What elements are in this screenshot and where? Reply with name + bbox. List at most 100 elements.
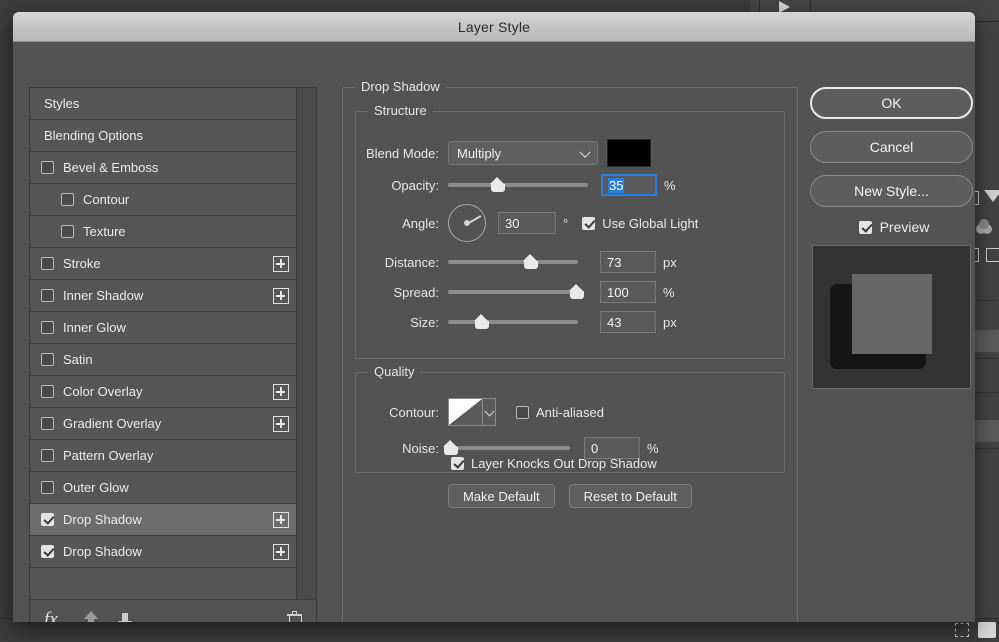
slider-track bbox=[448, 290, 578, 294]
noise-slider[interactable] bbox=[443, 439, 570, 457]
style-list-item-label: Gradient Overlay bbox=[63, 416, 162, 431]
style-enable-checkbox[interactable] bbox=[41, 417, 54, 430]
cancel-button[interactable]: Cancel bbox=[810, 131, 973, 163]
style-list-item[interactable]: Inner Shadow bbox=[30, 280, 316, 312]
opacity-slider[interactable] bbox=[448, 176, 588, 194]
chevron-down-icon bbox=[579, 146, 591, 158]
style-list-item[interactable]: Styles bbox=[30, 88, 316, 120]
spread-label: Spread: bbox=[393, 284, 439, 300]
fx-icon[interactable]: fx bbox=[44, 609, 58, 623]
style-enable-checkbox[interactable] bbox=[41, 545, 54, 558]
duplicate-effect-icon[interactable] bbox=[273, 416, 289, 432]
style-enable-checkbox[interactable] bbox=[41, 161, 54, 174]
spread-input[interactable]: 100 bbox=[600, 281, 656, 303]
style-enable-checkbox[interactable] bbox=[61, 225, 74, 238]
slider-thumb[interactable] bbox=[490, 177, 505, 192]
style-enable-checkbox[interactable] bbox=[41, 257, 54, 270]
style-list-item[interactable]: Inner Glow bbox=[30, 312, 316, 344]
style-list-item[interactable]: Satin bbox=[30, 344, 316, 376]
styles-list[interactable]: Styles Blending Options Bevel & Emboss Cont… bbox=[30, 88, 316, 600]
style-list-item[interactable]: Drop Shadow bbox=[30, 504, 316, 536]
style-list-item-label: Stroke bbox=[63, 256, 101, 271]
slider-thumb[interactable] bbox=[569, 284, 584, 299]
noise-unit: % bbox=[647, 440, 659, 456]
style-list-item[interactable]: Contour bbox=[30, 184, 316, 216]
style-list-item-label: Styles bbox=[44, 96, 80, 111]
style-list-item[interactable]: Gradient Overlay bbox=[30, 408, 316, 440]
slider-thumb[interactable] bbox=[523, 254, 538, 269]
contour-row: Contour: Anti-aliased bbox=[358, 398, 604, 426]
angle-label: Angle: bbox=[402, 215, 439, 231]
slider-track bbox=[448, 320, 578, 324]
ok-button[interactable]: OK bbox=[810, 87, 973, 119]
duplicate-effect-icon[interactable] bbox=[273, 384, 289, 400]
styles-list-scrollbar[interactable] bbox=[296, 88, 316, 600]
slider-thumb[interactable] bbox=[474, 314, 489, 329]
style-list-item[interactable]: Stroke bbox=[30, 248, 316, 280]
style-enable-checkbox[interactable] bbox=[61, 193, 74, 206]
reset-to-default-button[interactable]: Reset to Default bbox=[568, 484, 692, 508]
style-enable-checkbox[interactable] bbox=[41, 481, 54, 494]
style-list-item[interactable]: Drop Shadow bbox=[30, 536, 316, 568]
trash-icon[interactable] bbox=[287, 610, 302, 622]
slider-track bbox=[448, 446, 570, 450]
make-default-button[interactable]: Make Default bbox=[448, 484, 555, 508]
preview-row[interactable]: Preview bbox=[810, 219, 975, 235]
preview-layer-shape bbox=[852, 274, 932, 354]
style-list-item-label: Satin bbox=[63, 352, 93, 367]
style-list-item[interactable]: Texture bbox=[30, 216, 316, 248]
anti-aliased-checkbox[interactable] bbox=[516, 405, 529, 419]
move-down-icon[interactable] bbox=[117, 611, 132, 622]
dialog-titlebar[interactable]: Layer Style bbox=[13, 12, 975, 42]
distance-value: 73 bbox=[607, 254, 622, 270]
angle-dial[interactable] bbox=[448, 204, 486, 242]
opacity-row: Opacity: 35 % bbox=[358, 174, 676, 196]
preview-thumbnail bbox=[812, 245, 971, 389]
blend-mode-value: Multiply bbox=[457, 145, 502, 161]
use-global-light-checkbox[interactable] bbox=[582, 216, 596, 230]
distance-slider[interactable] bbox=[448, 253, 578, 271]
opacity-input[interactable]: 35 bbox=[601, 174, 657, 196]
shadow-color-swatch[interactable] bbox=[607, 139, 651, 167]
style-list-item[interactable]: Pattern Overlay bbox=[30, 440, 316, 472]
style-enable-checkbox[interactable] bbox=[41, 513, 54, 526]
blend-mode-select[interactable]: Multiply bbox=[448, 141, 598, 165]
style-enable-checkbox[interactable] bbox=[41, 289, 54, 302]
venn-icon bbox=[975, 218, 993, 236]
spread-slider[interactable] bbox=[448, 283, 584, 301]
chevron-down-icon[interactable] bbox=[482, 399, 495, 425]
move-up-icon[interactable] bbox=[83, 610, 98, 622]
layer-knocks-out-checkbox[interactable] bbox=[451, 457, 464, 470]
style-enable-checkbox[interactable] bbox=[41, 321, 54, 334]
style-list-item[interactable]: Outer Glow bbox=[30, 472, 316, 504]
size-slider[interactable] bbox=[448, 313, 578, 331]
duplicate-effect-icon[interactable] bbox=[273, 544, 289, 560]
new-style-button[interactable]: New Style... bbox=[810, 175, 973, 207]
slider-track bbox=[448, 260, 578, 264]
style-enable-checkbox[interactable] bbox=[41, 385, 54, 398]
quality-group-title: Quality bbox=[368, 364, 421, 379]
triangle-icon bbox=[984, 190, 999, 202]
contour-thumbnail-icon bbox=[449, 399, 483, 425]
style-list-item[interactable]: Blending Options bbox=[30, 120, 316, 152]
duplicate-effect-icon[interactable] bbox=[273, 256, 289, 272]
blend-mode-label: Blend Mode: bbox=[366, 145, 439, 161]
style-enable-checkbox[interactable] bbox=[41, 353, 54, 366]
use-global-light-row[interactable]: Use Global Light bbox=[582, 216, 698, 231]
angle-hub-icon bbox=[464, 220, 470, 226]
anti-aliased-row[interactable]: Anti-aliased bbox=[516, 405, 604, 420]
layer-knocks-out-row[interactable]: Layer Knocks Out Drop Shadow bbox=[451, 456, 657, 471]
preview-checkbox[interactable] bbox=[858, 220, 872, 234]
duplicate-effect-icon[interactable] bbox=[273, 512, 289, 528]
structure-group-title: Structure bbox=[368, 103, 433, 118]
angle-input[interactable]: 30 bbox=[498, 212, 556, 234]
style-list-item-label: Blending Options bbox=[44, 128, 144, 143]
distance-input[interactable]: 73 bbox=[600, 251, 656, 273]
style-list-item[interactable]: Bevel & Emboss bbox=[30, 152, 316, 184]
style-list-item[interactable]: Color Overlay bbox=[30, 376, 316, 408]
size-input[interactable]: 43 bbox=[600, 311, 656, 333]
slider-thumb[interactable] bbox=[443, 440, 458, 455]
duplicate-effect-icon[interactable] bbox=[273, 288, 289, 304]
style-enable-checkbox[interactable] bbox=[41, 449, 54, 462]
contour-preset-picker[interactable] bbox=[448, 398, 496, 426]
